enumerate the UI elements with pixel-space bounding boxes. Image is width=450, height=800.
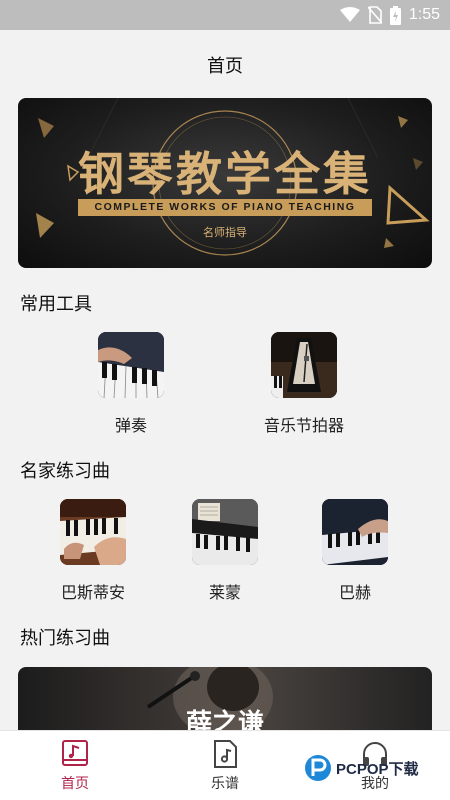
wifi-icon	[339, 7, 360, 22]
music-file-icon	[214, 740, 237, 768]
pcpop-watermark: PCPOP下载	[302, 748, 442, 788]
banner-title: 钢琴教学全集	[78, 147, 372, 201]
famous-lemoine-label: 莱蒙	[208, 583, 241, 602]
famous-lemoine[interactable]: 莱蒙	[192, 499, 258, 603]
famous-bastien-label: 巴斯蒂安	[60, 583, 125, 602]
status-bar: 1:55	[0, 0, 450, 30]
tool-play[interactable]: 弹奏	[98, 332, 164, 436]
banner-subtitle: COMPLETE WORKS OF PIANO TEACHING	[78, 199, 372, 216]
famous-bach[interactable]: 巴赫	[322, 499, 388, 603]
piano-hands-thumbnail	[60, 499, 126, 565]
hot-etude-card[interactable]: 薛之谦	[18, 667, 432, 737]
piano-keys-thumbnail	[98, 332, 164, 398]
nav-scores-label: 乐谱	[211, 776, 239, 792]
watermark-text: PCPOP下载	[336, 761, 419, 778]
promo-banner[interactable]: 钢琴教学全集 COMPLETE WORKS OF PIANO TEACHING …	[18, 98, 432, 268]
status-time: 1:55	[408, 6, 440, 23]
nav-home-label: 首页	[61, 776, 89, 792]
metronome-thumbnail	[271, 332, 337, 398]
tool-play-label: 弹奏	[114, 416, 147, 435]
tool-metronome-label: 音乐节拍器	[264, 416, 345, 435]
battery-charging-icon	[389, 5, 401, 25]
home-score-icon	[62, 740, 88, 766]
famous-bastien[interactable]: 巴斯蒂安	[60, 499, 126, 603]
nav-scores[interactable]: 乐谱	[195, 739, 255, 793]
status-icons: 1:55	[339, 0, 440, 30]
famous-bach-label: 巴赫	[338, 583, 371, 602]
section-title-famous: 名家练习曲	[20, 461, 110, 482]
tool-metronome[interactable]: 音乐节拍器	[264, 332, 344, 436]
section-title-tools: 常用工具	[20, 294, 92, 315]
no-sim-icon	[367, 6, 382, 24]
piano-dark-thumbnail	[322, 499, 388, 565]
grand-piano-sheet-thumbnail	[192, 499, 258, 565]
section-title-hot: 热门练习曲	[20, 628, 110, 649]
page-title: 首页	[207, 56, 243, 77]
nav-home[interactable]: 首页	[45, 739, 105, 793]
banner-tag: 名师指导	[203, 226, 247, 239]
